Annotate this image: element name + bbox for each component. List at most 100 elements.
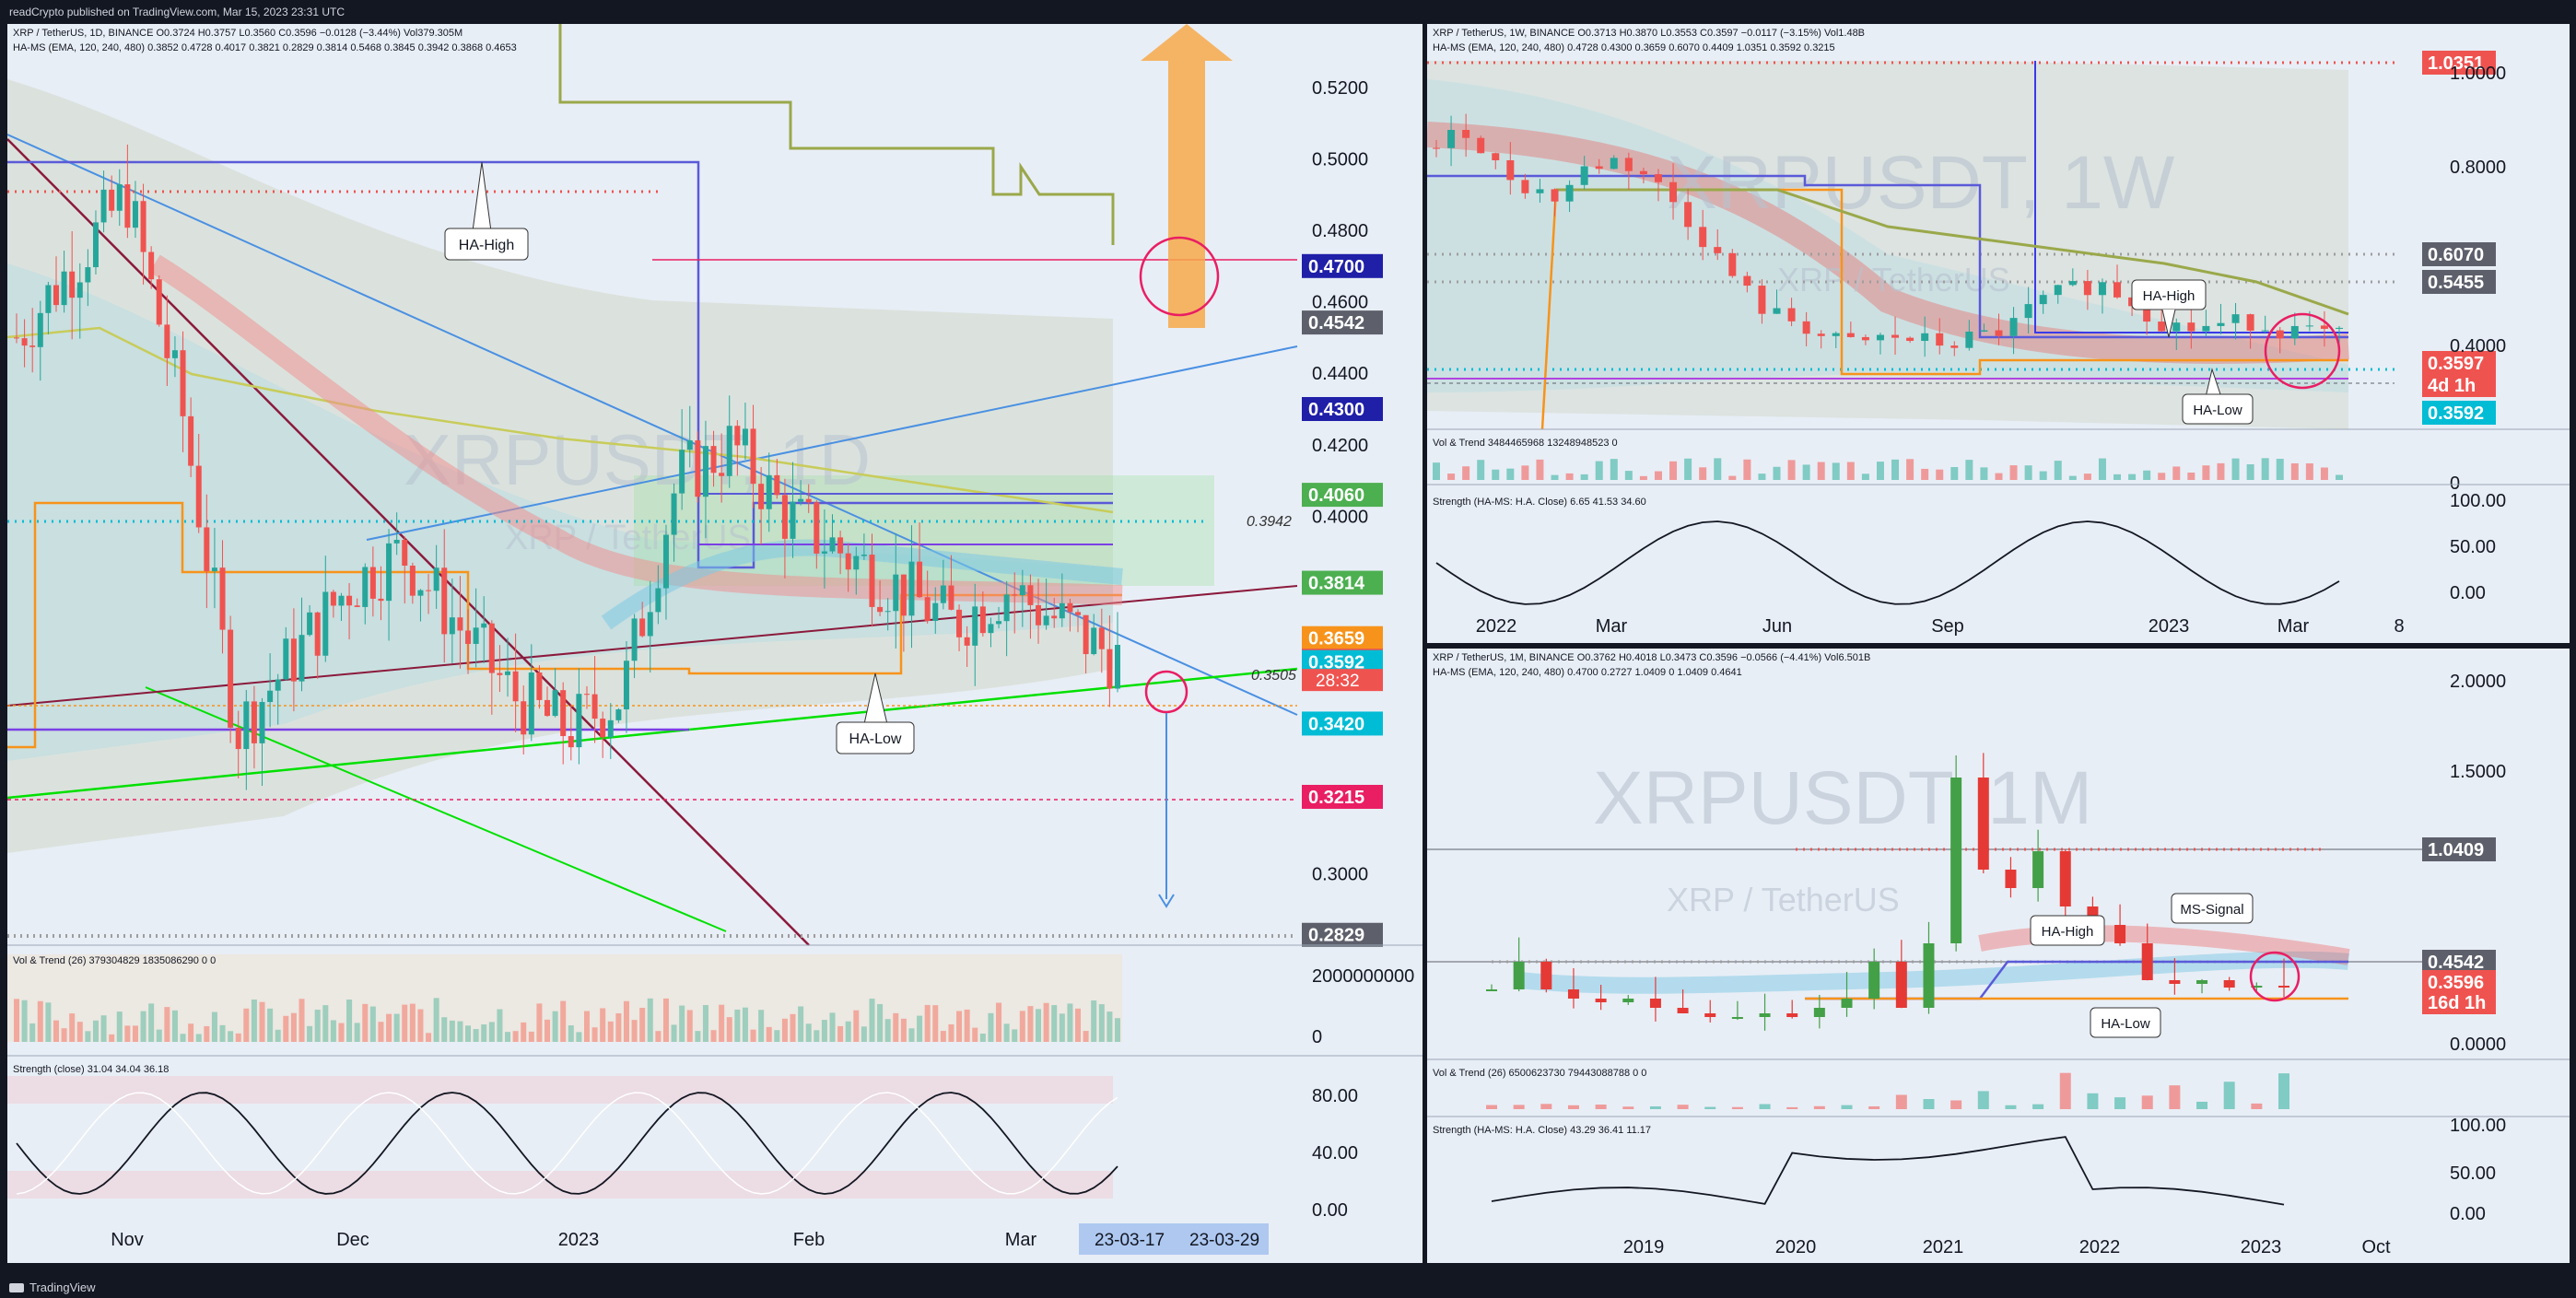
y-tick-1: 1.0000 — [2450, 64, 2506, 84]
volume-bar — [2276, 459, 2284, 480]
strength-tick-2: 50.00 — [2450, 537, 2496, 557]
volume-bar — [1891, 459, 1900, 480]
ha-high-label: HA-High — [459, 238, 514, 253]
volume-bar — [2141, 1095, 2153, 1109]
price-label: 0.4700 — [1308, 257, 1364, 277]
strength-legend: Strength (close) 31.04 34.04 36.18 — [13, 1064, 169, 1075]
candle-body — [402, 539, 408, 567]
strength-oversold-band — [7, 1171, 1113, 1199]
candle-body — [1714, 247, 1722, 253]
vol-tick-1: 2000000000 — [1312, 966, 1414, 987]
candle-body — [695, 440, 701, 497]
candle-body — [662, 534, 669, 589]
candle-body — [1595, 999, 1607, 1002]
candle-body — [243, 701, 250, 750]
candle-body — [92, 222, 99, 268]
candle-body — [1743, 275, 1751, 286]
monthly-chart-panel[interactable]: XRPUSDT, 1M XRP / TetherUS HA-High MS-Si… — [1427, 649, 2570, 1263]
volume-bar — [1950, 466, 1959, 480]
candle-body — [1950, 778, 1962, 943]
volume-bar — [1965, 460, 1973, 480]
candle-body — [61, 271, 67, 306]
candle-body — [805, 498, 812, 503]
x-tick: 2022 — [1476, 616, 1517, 637]
footer: TradingView — [9, 1280, 96, 1294]
volume-bar — [1477, 460, 1485, 480]
strength-tick-1: 100.00 — [2450, 1116, 2506, 1136]
watermark-sub: XRP / TetherUS — [1777, 261, 2010, 298]
candle-body — [362, 567, 369, 607]
candle-body — [1610, 158, 1618, 170]
candle-body — [1965, 331, 1973, 348]
watermark-sub: XRP / TetherUS — [1667, 881, 1900, 918]
price-label: 0.6070 — [2428, 245, 2484, 265]
candle-body — [1995, 330, 2003, 336]
ha-high-callout[interactable]: HA-High — [2030, 915, 2105, 946]
candle-body — [505, 671, 511, 675]
volume-bar — [1567, 1105, 1579, 1109]
candle-body — [1059, 602, 1065, 619]
candle-body — [1051, 615, 1058, 619]
volume-bar — [1813, 1105, 1825, 1109]
candle-body — [1447, 130, 1456, 148]
ms-signal-callout[interactable]: MS-Signal — [2171, 893, 2254, 924]
volume-bar — [1773, 466, 1781, 480]
candle-body — [497, 672, 503, 675]
candle-body — [1677, 1008, 1689, 1013]
candle-body — [1565, 184, 1574, 202]
candle-body — [109, 189, 115, 211]
volume-trend-band — [7, 954, 1122, 1042]
candle-body — [1802, 321, 1810, 334]
candle-body — [76, 282, 83, 298]
price-label: 1.0409 — [2428, 840, 2484, 860]
volume-bar — [1684, 458, 1692, 480]
x-tick: Jun — [1762, 616, 1792, 637]
daily-chart-svg[interactable]: XRPUSDT, 1D XRP / TetherUS HA-High HA-Lo… — [7, 24, 1423, 1263]
strength-tick-2: 40.00 — [1312, 1143, 1358, 1164]
volume-bar — [1447, 474, 1456, 480]
weekly-chart-svg[interactable]: XRPUSDT, 1W XRP / TetherUS HA-High HA-Lo… — [1427, 24, 2570, 643]
candle-body — [195, 465, 202, 528]
weekly-chart-panel[interactable]: XRPUSDT, 1W XRP / TetherUS HA-High HA-Lo… — [1427, 24, 2570, 643]
candle-body — [441, 567, 448, 635]
candle-body — [560, 690, 567, 737]
candle-body — [623, 661, 629, 710]
candle-body — [829, 537, 836, 552]
watermark: XRPUSDT, 1W — [1667, 141, 2175, 225]
monthly-chart-svg[interactable]: XRPUSDT, 1M XRP / TetherUS HA-High MS-Si… — [1427, 649, 2570, 1263]
candle-body — [393, 539, 400, 544]
candle-body — [1936, 333, 1944, 346]
candle-body — [1492, 153, 1500, 160]
ha-low-callout[interactable]: HA-Low — [2090, 1007, 2161, 1038]
daily-chart-panel[interactable]: XRPUSDT, 1D XRP / TetherUS HA-High HA-Lo… — [7, 24, 1423, 1263]
volume-bar — [2196, 1101, 2208, 1109]
candle-body — [251, 701, 257, 743]
candle-body — [488, 623, 495, 673]
volume-bar — [1610, 459, 1618, 480]
price-label: 0.2829 — [1308, 926, 1364, 946]
candle-body — [2083, 281, 2091, 296]
volume-bar — [2246, 464, 2254, 480]
candle-body — [21, 338, 28, 346]
candle-body — [1639, 170, 1647, 175]
candle-body — [409, 566, 416, 596]
candle-body — [1567, 989, 1579, 999]
candle-body — [1699, 227, 1707, 248]
candle-body — [2054, 285, 2062, 296]
candle-body — [132, 201, 138, 228]
candle-body — [679, 450, 685, 494]
candle-body — [639, 618, 646, 637]
volume-bar — [1677, 1105, 1689, 1109]
monthly-legend-2: HA-MS (EMA, 120, 240, 480) 0.4700 0.2727… — [1433, 667, 1742, 678]
price-label: 0.4300 — [1308, 400, 1364, 420]
volume-bar — [1906, 459, 1914, 480]
volume-bar — [2231, 458, 2240, 480]
price-label: 0.3596 — [2428, 973, 2484, 993]
x-tick: Feb — [793, 1230, 825, 1250]
candle-body — [1649, 999, 1661, 1008]
volume-bar — [2169, 1085, 2181, 1109]
strength-tick-2: 50.00 — [2450, 1164, 2496, 1184]
daily-volume-bars — [7, 954, 1122, 1042]
candle-body — [330, 591, 336, 606]
candle-body — [1513, 962, 1525, 989]
